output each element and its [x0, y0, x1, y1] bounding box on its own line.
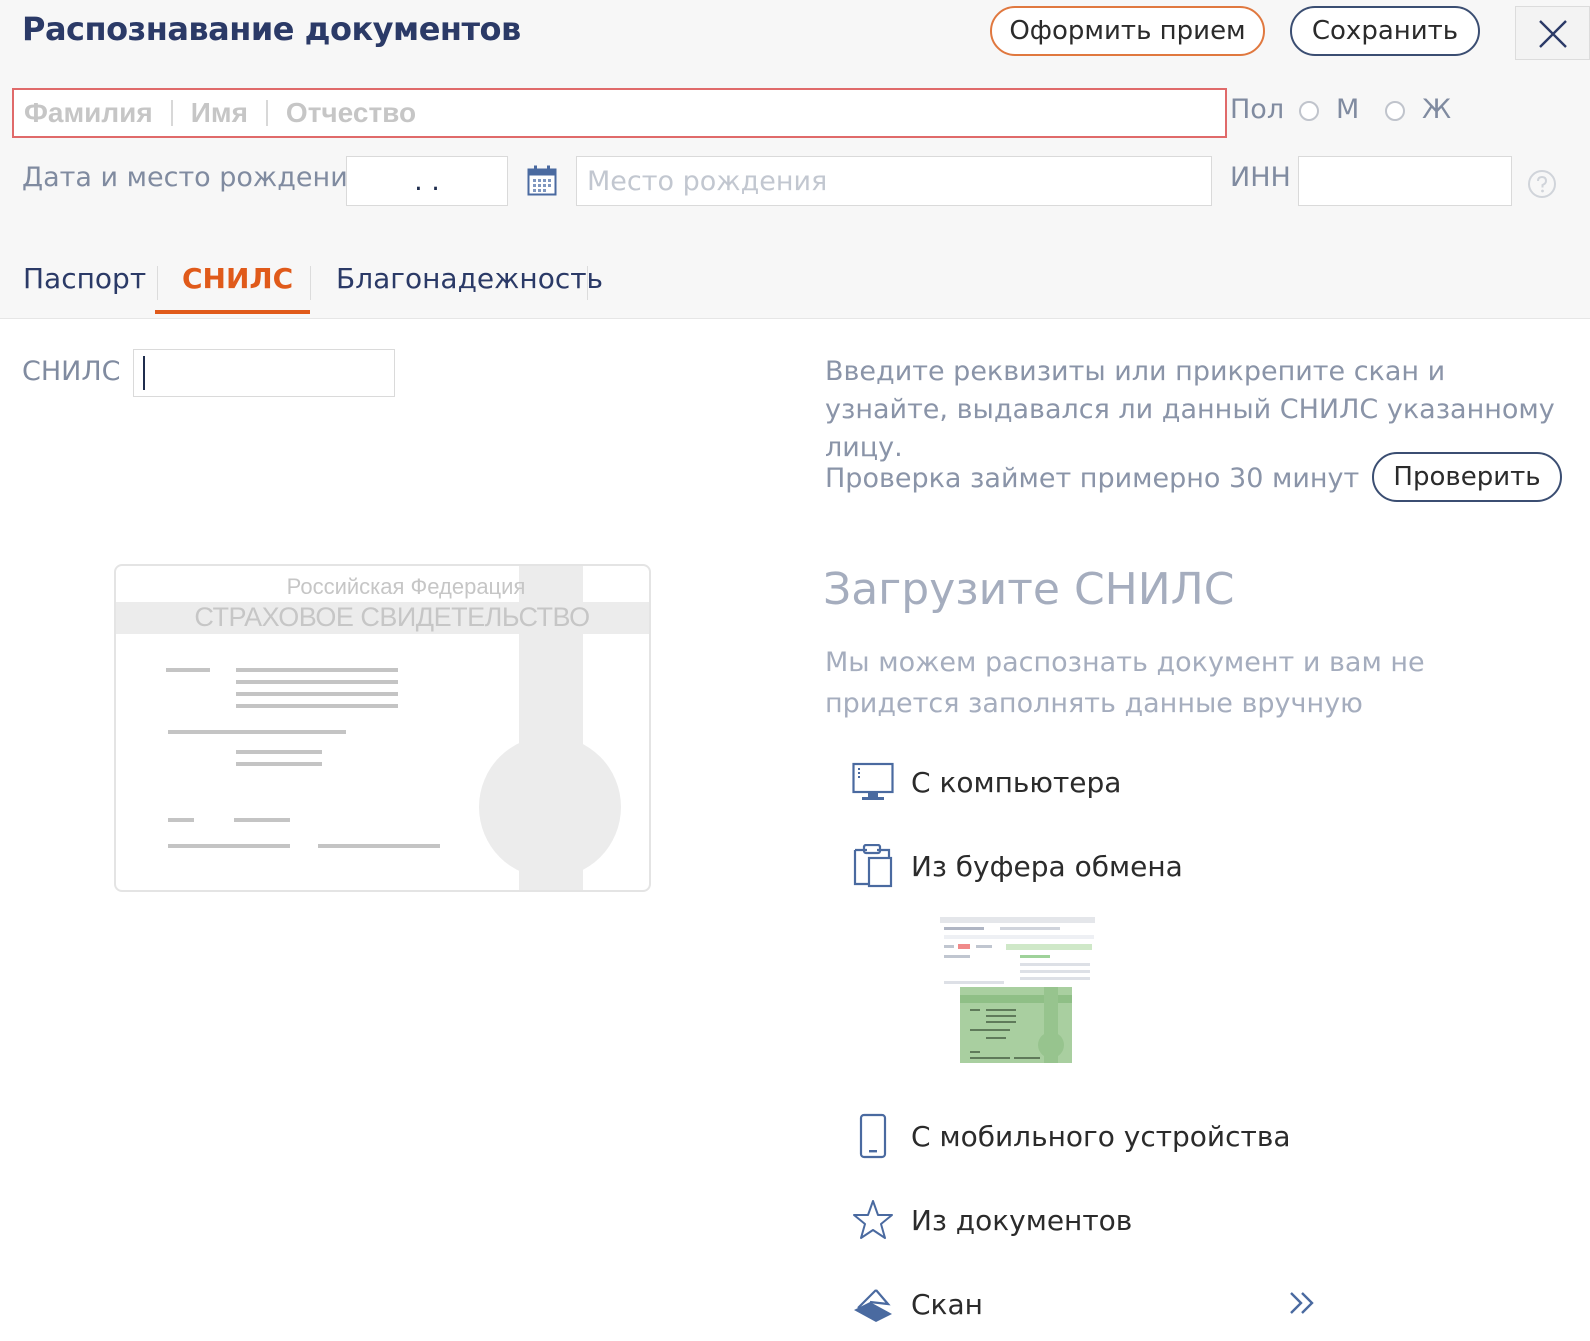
clipboard-preview-thumbnail[interactable] — [940, 915, 1095, 1070]
upload-from-scan[interactable]: Скан — [852, 1280, 983, 1328]
double-chevron-right-icon[interactable] — [1288, 1290, 1318, 1316]
first-name-placeholder: Имя — [190, 97, 248, 128]
star-icon — [853, 1200, 893, 1239]
check-description: Введите реквизиты или прикрепите скан и … — [825, 356, 1555, 463]
last-name-placeholder: Фамилия — [24, 97, 153, 128]
tab-divider — [310, 266, 311, 300]
tab-snils[interactable]: СНИЛС — [182, 262, 293, 295]
calendar-icon[interactable] — [527, 165, 557, 196]
upload-from-computer[interactable]: С компьютера — [852, 758, 1121, 806]
clipboard-preview-image — [940, 915, 1095, 1070]
upload-heading: Загрузите СНИЛС — [823, 564, 1235, 615]
upload-from-documents[interactable]: Из документов — [852, 1196, 1132, 1244]
gender-female-radio[interactable] — [1385, 101, 1405, 121]
gender-male-label: М — [1336, 94, 1360, 125]
upload-item-label: С компьютера — [911, 765, 1122, 799]
snils-card-illustration: Российская Федерация СТРАХОВОЕ СВИДЕТЕЛЬ… — [114, 564, 651, 892]
monitor-icon — [852, 762, 894, 800]
tab-passport[interactable]: Паспорт — [23, 262, 146, 295]
close-button[interactable] — [1515, 6, 1590, 60]
inn-input[interactable] — [1298, 156, 1512, 206]
help-icon[interactable] — [1527, 169, 1557, 199]
upload-item-label: С мобильного устройства — [911, 1119, 1291, 1153]
patronymic-placeholder: Отчество — [285, 97, 417, 128]
snils-input[interactable] — [133, 349, 395, 397]
birth-date-input[interactable] — [346, 156, 508, 206]
name-separator — [265, 100, 268, 126]
gender-female-label: Ж — [1422, 94, 1452, 125]
gender-male-radio[interactable] — [1299, 101, 1319, 121]
card-text-lines — [166, 668, 440, 848]
admit-button[interactable]: Оформить прием — [990, 6, 1265, 56]
upload-from-mobile[interactable]: С мобильного устройства — [852, 1112, 1291, 1160]
inn-label: ИНН — [1230, 162, 1291, 193]
scanner-icon — [854, 1289, 892, 1322]
upload-item-label: Из документов — [911, 1203, 1133, 1237]
upload-item-label: Скан — [911, 1287, 983, 1321]
name-separator — [170, 100, 173, 126]
check-duration: Проверка займет примерно 30 минут — [825, 463, 1360, 494]
snils-label: СНИЛС — [22, 356, 121, 387]
upload-from-clipboard[interactable]: Из буфера обмена — [852, 842, 1183, 890]
tab-divider — [587, 266, 588, 300]
text-cursor — [143, 356, 145, 390]
upload-subheading: Мы можем распознать документ и вам не пр… — [825, 647, 1425, 719]
full-name-field[interactable]: Фамилия Имя Отчество — [12, 88, 1227, 138]
birth-place-input[interactable] — [576, 156, 1212, 206]
tab-reliability[interactable]: Благонадежность — [336, 262, 603, 295]
birth-label: Дата и место рождения — [22, 162, 364, 193]
close-icon — [1539, 20, 1567, 48]
tab-divider — [157, 266, 158, 300]
gender-label: Пол — [1230, 94, 1285, 125]
upload-item-label: Из буфера обмена — [911, 849, 1183, 883]
save-button[interactable]: Сохранить — [1290, 6, 1480, 56]
page-title: Распознавание документов — [22, 10, 521, 48]
phone-icon — [859, 1113, 887, 1159]
clipboard-icon — [853, 844, 893, 888]
check-button[interactable]: Проверить — [1372, 452, 1562, 502]
active-tab-indicator — [155, 310, 310, 314]
